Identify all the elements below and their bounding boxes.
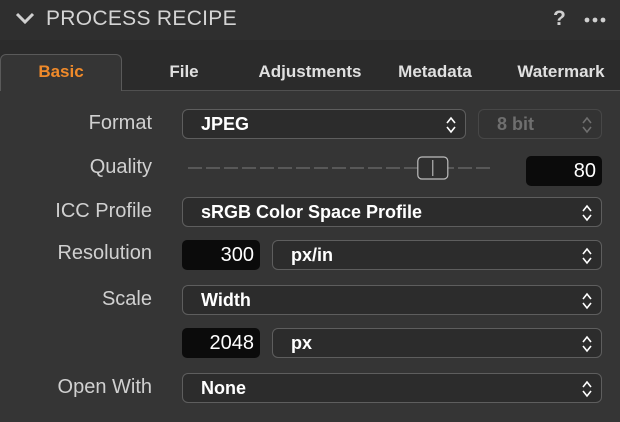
icc-profile-label: ICC Profile: [55, 200, 152, 222]
scale-label: Scale: [101, 288, 152, 310]
updown-arrows-icon: [582, 335, 592, 353]
open-with-value: None: [201, 378, 246, 398]
scale-mode: Width: [201, 290, 251, 310]
ellipsis-icon[interactable]: [584, 17, 606, 23]
icc-profile-value: sRGB Color Space Profile: [201, 202, 423, 222]
scale-unit: px: [291, 333, 313, 353]
help-button[interactable]: ?: [553, 7, 566, 31]
open-with-select[interactable]: None: [182, 373, 602, 403]
slider-thumb[interactable]: [417, 156, 449, 180]
tab-basic[interactable]: Basic: [0, 54, 122, 91]
updown-arrows-icon: [582, 247, 592, 265]
tab-watermark[interactable]: Watermark: [506, 62, 616, 86]
tab-adjustments[interactable]: Adjustments: [248, 62, 372, 86]
resolution-label: Resolution: [57, 242, 152, 264]
scale-mode-select[interactable]: Width: [182, 285, 602, 315]
resolution-value[interactable]: 300: [182, 240, 260, 270]
bit-depth-value: 8 bit: [497, 114, 535, 134]
updown-arrows-icon: [582, 116, 592, 134]
format-select[interactable]: JPEG: [182, 109, 466, 139]
updown-arrows-icon: [446, 116, 456, 134]
updown-arrows-icon: [582, 292, 592, 310]
panel-title: PROCESS RECIPE: [46, 7, 237, 30]
icc-profile-select[interactable]: sRGB Color Space Profile: [182, 197, 602, 227]
open-with-label: Open With: [57, 376, 152, 398]
tab-metadata[interactable]: Metadata: [388, 62, 482, 86]
chevron-down-icon[interactable]: [14, 10, 36, 26]
tab-bar: Basic File Adjustments Metadata Watermar…: [0, 40, 620, 91]
quality-value[interactable]: 80: [526, 156, 602, 186]
bit-depth-select: 8 bit: [478, 109, 602, 139]
updown-arrows-icon: [582, 204, 592, 222]
tab-file[interactable]: File: [150, 62, 218, 86]
quality-label: Quality: [89, 156, 152, 178]
scale-value[interactable]: 2048: [182, 328, 260, 358]
resolution-unit: px/in: [291, 245, 334, 265]
updown-arrows-icon: [582, 380, 592, 398]
quality-slider[interactable]: [186, 153, 496, 183]
scale-unit-select[interactable]: px: [272, 328, 602, 358]
resolution-unit-select[interactable]: px/in: [272, 240, 602, 270]
panel-header: PROCESS RECIPE ?: [0, 0, 620, 40]
format-label: Format: [88, 112, 152, 134]
format-value: JPEG: [201, 114, 250, 134]
